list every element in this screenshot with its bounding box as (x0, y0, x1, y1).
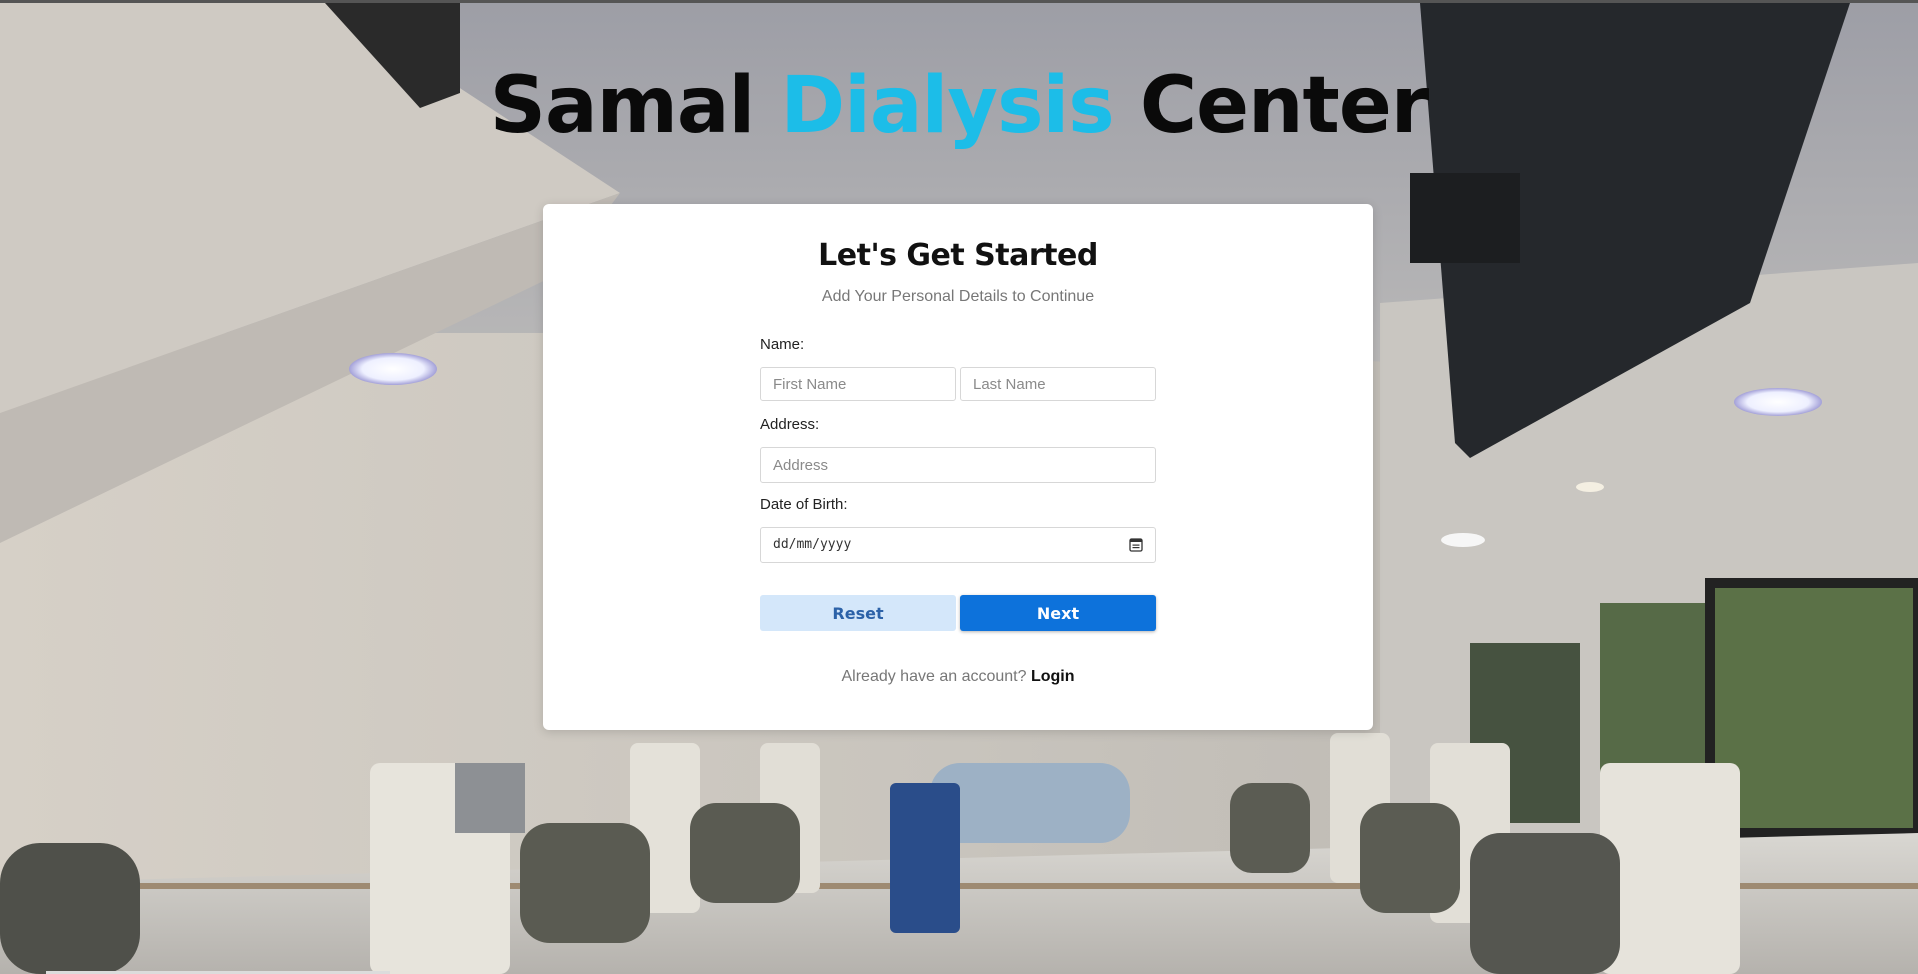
registration-card: Let's Get Started Add Your Personal Deta… (543, 204, 1373, 730)
card-subtitle: Add Your Personal Details to Continue (821, 288, 1095, 305)
first-name-input[interactable] (760, 367, 956, 401)
last-name-input[interactable] (960, 367, 1156, 401)
address-input[interactable] (760, 447, 1156, 483)
calendar-icon[interactable] (1129, 537, 1143, 552)
dob-label: Date of Birth: (760, 496, 848, 513)
login-prompt: Already have an account? Login (543, 668, 1373, 686)
login-link[interactable]: Login (1031, 668, 1075, 685)
title-samal: Samal (489, 61, 755, 151)
browser-top-edge (0, 0, 1918, 3)
address-label: Address: (760, 416, 820, 433)
card-title: Let's Get Started (818, 238, 1098, 273)
name-label: Name: (760, 336, 805, 353)
reset-button[interactable]: Reset (760, 595, 956, 631)
title-dialysis: Dialysis (780, 61, 1114, 151)
site-title: Samal Dialysis Center (0, 58, 1918, 154)
login-prompt-text: Already have an account? (841, 668, 1027, 685)
next-button[interactable]: Next (960, 595, 1156, 631)
dob-value: dd/mm/yyyy (773, 537, 852, 552)
date-of-birth-input[interactable]: dd/mm/yyyy (760, 527, 1156, 563)
title-center: Center (1139, 61, 1429, 151)
